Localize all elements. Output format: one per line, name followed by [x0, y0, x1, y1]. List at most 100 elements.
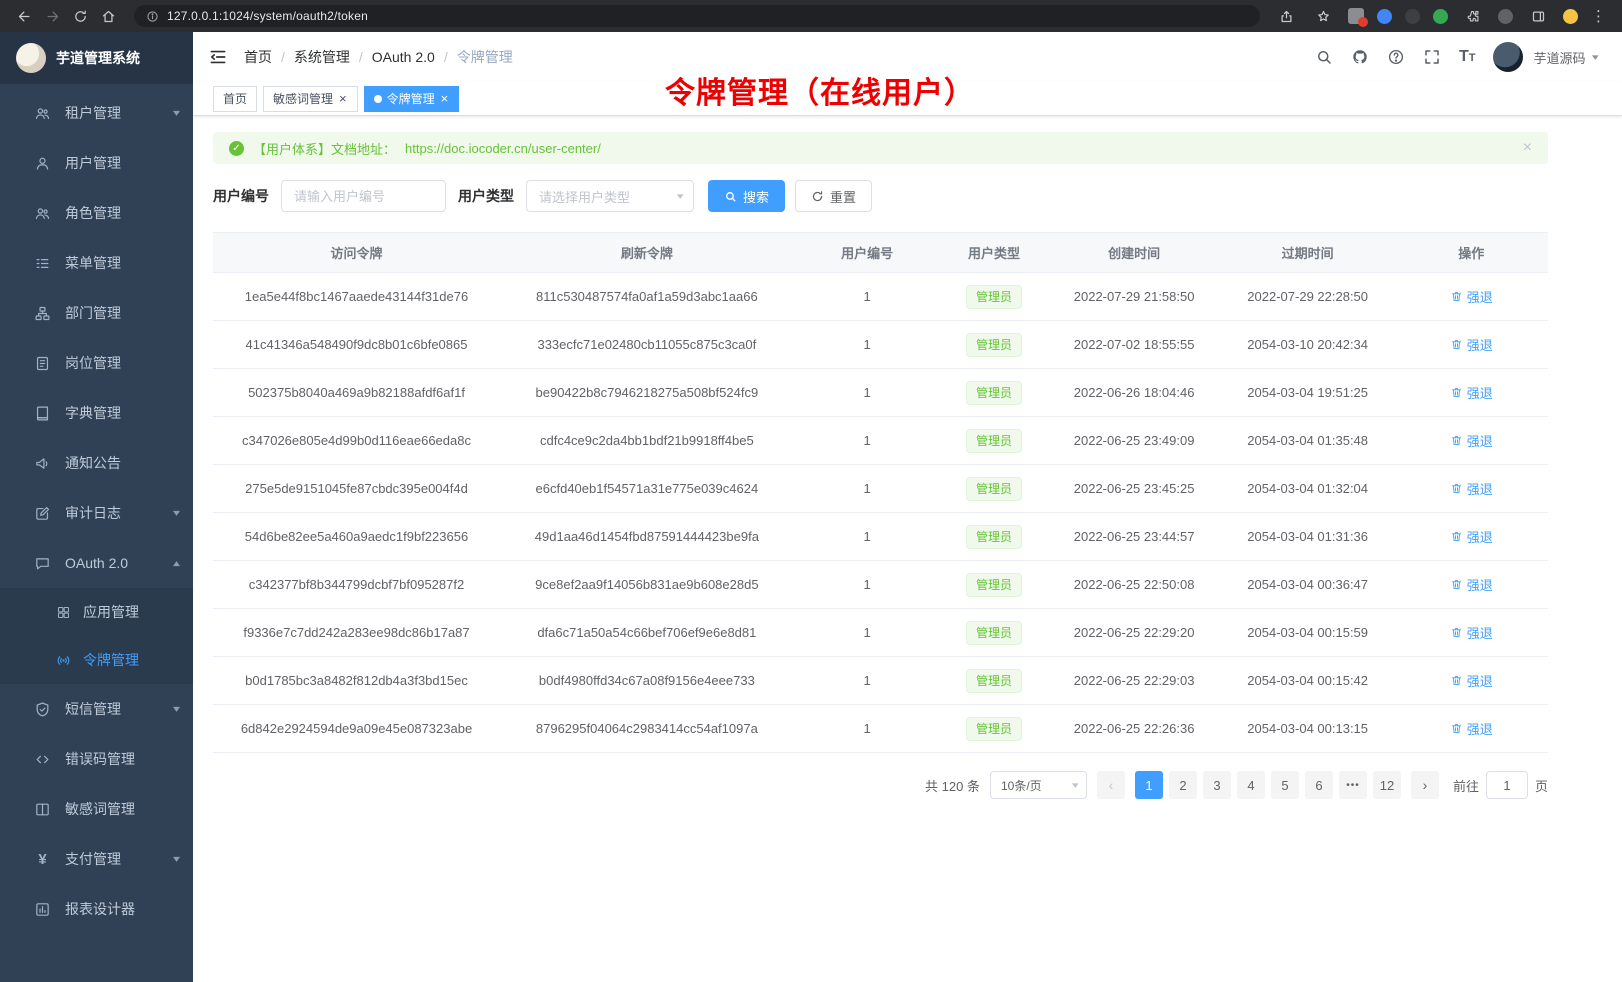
search-icon[interactable] — [1315, 48, 1333, 66]
doc-link[interactable]: https://doc.iocoder.cn/user-center/ — [405, 141, 601, 156]
refresh-button[interactable] — [68, 4, 92, 28]
next-page-button[interactable]: › — [1411, 771, 1439, 799]
success-check-icon: ✓ — [229, 141, 244, 156]
goto-page-input[interactable] — [1486, 771, 1528, 799]
forward-button[interactable] — [40, 4, 64, 28]
sidebar-item-oauth2-app[interactable]: 应用管理 — [0, 588, 193, 636]
close-tab-icon[interactable]: × — [440, 92, 450, 105]
home-button[interactable] — [96, 4, 120, 28]
page-button-4[interactable]: 4 — [1237, 771, 1265, 799]
extensions-puzzle-icon[interactable] — [1461, 4, 1485, 28]
user-name[interactable]: 芋道源码 — [1533, 48, 1585, 67]
sidebar-item-dict[interactable]: 字典管理 — [0, 388, 193, 438]
prev-page-button[interactable]: ‹ — [1097, 771, 1125, 799]
extension-blue-icon[interactable] — [1377, 9, 1392, 24]
close-tab-icon[interactable]: × — [338, 92, 348, 105]
extension-green-icon[interactable] — [1433, 9, 1448, 24]
user-id-input[interactable] — [281, 180, 446, 212]
user-icon — [34, 155, 51, 172]
refresh-token-cell: 811c530487574fa0af1a59d3abc1aa66 — [500, 273, 794, 321]
force-logout-button[interactable]: 强退 — [1450, 671, 1493, 690]
force-logout-button[interactable]: 强退 — [1450, 575, 1493, 594]
alert-close-icon[interactable]: × — [1523, 140, 1532, 156]
page-button-1[interactable]: 1 — [1135, 771, 1163, 799]
breadcrumb-separator: / — [359, 49, 363, 65]
force-logout-button[interactable]: 强退 — [1450, 527, 1493, 546]
sidebar-item-error-code[interactable]: 错误码管理 — [0, 734, 193, 784]
url-bar[interactable]: 127.0.0.1:1024/system/oauth2/token — [134, 5, 1260, 27]
app-logo[interactable]: 芋道管理系统 — [0, 32, 193, 84]
fullscreen-icon[interactable] — [1423, 48, 1441, 66]
user-type-select[interactable]: 请选择用户类型 ▾ — [526, 180, 694, 212]
force-logout-button[interactable]: 强退 — [1450, 383, 1493, 402]
extension-badged-icon[interactable] — [1348, 8, 1364, 24]
force-logout-button[interactable]: 强退 — [1450, 335, 1493, 354]
tab-home[interactable]: 首页 — [213, 86, 257, 112]
sidebar-item-sms[interactable]: 短信管理▾ — [0, 684, 193, 734]
column-header-actions: 操作 — [1394, 233, 1548, 273]
sidebar-item-tenant[interactable]: 租户管理▾ — [0, 88, 193, 138]
menu-item-label: 通知公告 — [65, 453, 179, 473]
browser-toolbar-icons: ⋮ — [1274, 4, 1610, 28]
chart-icon — [34, 901, 51, 918]
chevron-down-icon[interactable]: ▾ — [1592, 52, 1599, 63]
user-type-tag: 管理员 — [966, 477, 1022, 501]
action-cell: 强退 — [1394, 417, 1548, 465]
sidebar-item-post[interactable]: 岗位管理 — [0, 338, 193, 388]
page-button-2[interactable]: 2 — [1169, 771, 1197, 799]
force-logout-button[interactable]: 强退 — [1450, 287, 1493, 306]
chevron-down-icon: ▾ — [173, 704, 180, 715]
sidebar-item-pay[interactable]: ¥支付管理▾ — [0, 834, 193, 884]
sidebar-item-audit-log[interactable]: 审计日志▾ — [0, 488, 193, 538]
sidebar-item-menu[interactable]: 菜单管理 — [0, 238, 193, 288]
page-size-select[interactable]: 10条/页 ▾ — [990, 771, 1087, 799]
breadcrumb-item[interactable]: 系统管理 — [294, 47, 350, 67]
site-info-icon[interactable] — [146, 10, 159, 23]
force-logout-button[interactable]: 强退 — [1450, 431, 1493, 450]
page-button-3[interactable]: 3 — [1203, 771, 1231, 799]
tab-sensitive-word[interactable]: 敏感词管理 × — [263, 86, 358, 112]
breadcrumb-item[interactable]: 首页 — [244, 47, 272, 67]
breadcrumb: 首页 / 系统管理 / OAuth 2.0 / 令牌管理 — [244, 47, 513, 67]
table-row: 502375b8040a469a9b82188afdf6af1fbe90422b… — [213, 369, 1548, 417]
profile-avatar[interactable] — [1563, 9, 1578, 24]
sidebar-item-role[interactable]: 角色管理 — [0, 188, 193, 238]
access-token-cell: b0d1785bc3a8482f812db4a3f3bd15ec — [213, 657, 500, 705]
created-time-cell: 2022-06-25 22:50:08 — [1047, 561, 1221, 609]
sidebar-item-oauth2-token[interactable]: 令牌管理 — [0, 636, 193, 684]
share-icon[interactable] — [1274, 4, 1298, 28]
font-size-icon[interactable]: TT — [1459, 49, 1476, 65]
github-icon[interactable] — [1351, 48, 1369, 66]
extension-icon[interactable] — [1498, 9, 1513, 24]
help-icon[interactable] — [1387, 48, 1405, 66]
reset-button[interactable]: 重置 — [795, 180, 872, 212]
page-button-6[interactable]: 6 — [1305, 771, 1333, 799]
tab-token[interactable]: 令牌管理 × — [364, 86, 460, 112]
sidebar-item-user[interactable]: 用户管理 — [0, 138, 193, 188]
sidebar-item-sensitive-word[interactable]: 敏感词管理 — [0, 784, 193, 834]
sidebar-item-oauth2[interactable]: OAuth 2.0▾ — [0, 538, 193, 588]
navbar-actions: TT 芋道源码 ▾ — [1315, 42, 1598, 72]
user-id-cell: 1 — [794, 609, 941, 657]
sidebar-item-dept[interactable]: 部门管理 — [0, 288, 193, 338]
force-logout-button[interactable]: 强退 — [1450, 479, 1493, 498]
sidebar-item-report-designer[interactable]: 报表设计器 — [0, 884, 193, 934]
extension-dark-icon[interactable] — [1405, 9, 1420, 24]
side-panel-icon[interactable] — [1526, 4, 1550, 28]
force-logout-button[interactable]: 强退 — [1450, 623, 1493, 642]
bookmark-star-icon[interactable] — [1311, 4, 1335, 28]
sidebar-item-notice[interactable]: 通知公告 — [0, 438, 193, 488]
force-logout-button[interactable]: 强退 — [1450, 719, 1493, 738]
search-icon — [724, 190, 737, 203]
page-button-12[interactable]: 12 — [1373, 771, 1401, 799]
back-button[interactable] — [12, 4, 36, 28]
user-avatar[interactable] — [1493, 42, 1523, 72]
sidebar-toggle-icon[interactable] — [208, 47, 228, 67]
alert-text: 【用户体系】文档地址： — [253, 139, 396, 158]
page-button-5[interactable]: 5 — [1271, 771, 1299, 799]
browser-menu-icon[interactable]: ⋮ — [1591, 9, 1606, 24]
more-pages-button[interactable]: ••• — [1339, 771, 1367, 799]
search-button[interactable]: 搜索 — [708, 180, 785, 212]
breadcrumb-item[interactable]: OAuth 2.0 — [372, 49, 435, 65]
force-logout-label: 强退 — [1467, 431, 1493, 450]
